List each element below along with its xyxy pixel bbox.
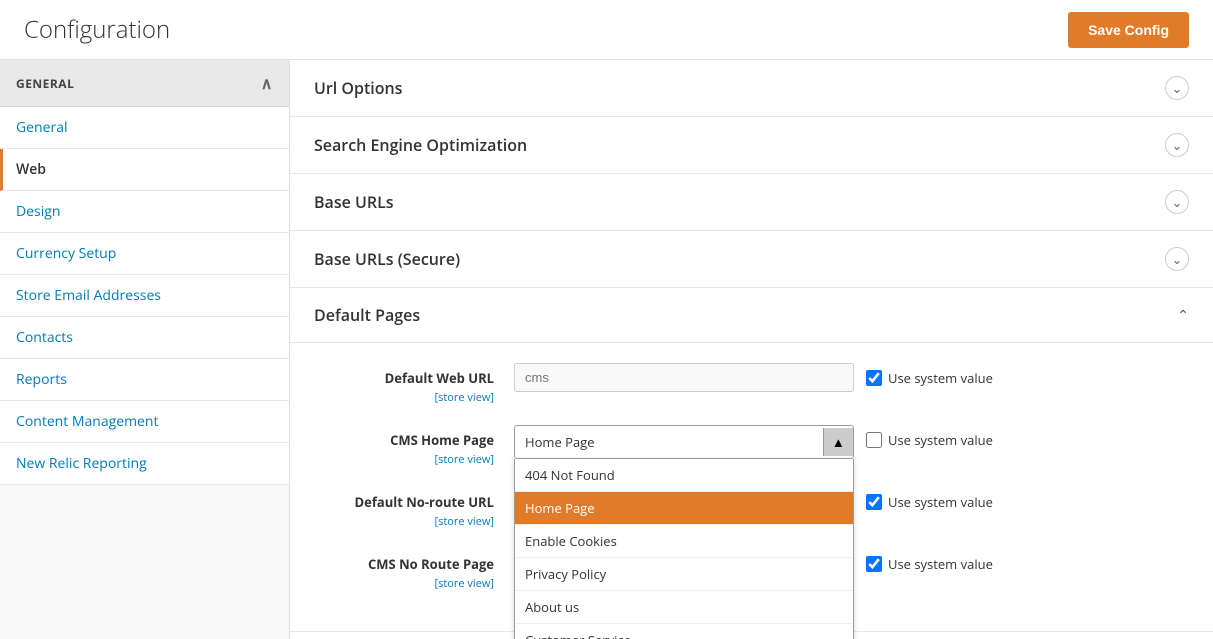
save-config-button[interactable]: Save Config bbox=[1068, 12, 1189, 48]
form-row-default-web-url: Default Web URL [store view] Use system … bbox=[314, 363, 1189, 405]
dropdown-item-404[interactable]: 404 Not Found bbox=[515, 459, 853, 492]
default-no-route-label: Default No-route URL bbox=[355, 493, 494, 511]
section-url-options[interactable]: Url Options ⌄ bbox=[290, 60, 1213, 117]
cms-home-page-select-wrapper: Home Page ▲ 404 Not Found Home Page Enab… bbox=[514, 425, 854, 459]
cms-home-page-arrow[interactable]: ▲ bbox=[823, 428, 853, 456]
cms-home-page-select[interactable]: Home Page ▲ bbox=[514, 425, 854, 459]
default-web-url-system-value: Use system value bbox=[866, 363, 993, 387]
cms-no-route-label: CMS No Route Page bbox=[368, 555, 494, 573]
section-base-urls-secure-toggle[interactable]: ⌄ bbox=[1165, 247, 1189, 271]
cms-no-route-system-label: Use system value bbox=[888, 555, 993, 573]
default-web-url-checkbox[interactable] bbox=[866, 370, 882, 386]
section-base-urls-title: Base URLs bbox=[314, 191, 394, 213]
dropdown-item-privacy-policy[interactable]: Privacy Policy bbox=[515, 558, 853, 591]
section-seo-toggle[interactable]: ⌄ bbox=[1165, 133, 1189, 157]
form-row-cms-home-page: CMS Home Page [store view] Home Page ▲ 4… bbox=[314, 425, 1189, 467]
dropdown-item-enable-cookies[interactable]: Enable Cookies bbox=[515, 525, 853, 558]
sidebar-section-general[interactable]: GENERAL ∧ bbox=[0, 60, 289, 107]
section-default-pages-toggle[interactable]: ⌃ bbox=[1177, 306, 1189, 325]
sidebar-section-label: GENERAL bbox=[16, 75, 74, 92]
default-web-url-label: Default Web URL bbox=[385, 369, 494, 387]
sidebar-item-store-email[interactable]: Store Email Addresses bbox=[0, 275, 289, 317]
section-default-pages-title: Default Pages bbox=[314, 304, 420, 326]
sidebar-item-reports[interactable]: Reports bbox=[0, 359, 289, 401]
dropdown-item-about-us[interactable]: About us bbox=[515, 591, 853, 624]
cms-home-page-system-label: Use system value bbox=[888, 431, 993, 449]
section-default-pages: Default Pages ⌃ Default Web URL [store v… bbox=[290, 288, 1213, 632]
default-web-url-sublabel: [store view] bbox=[314, 390, 494, 405]
sidebar-item-currency-setup[interactable]: Currency Setup bbox=[0, 233, 289, 275]
sidebar: GENERAL ∧ GeneralWebDesignCurrency Setup… bbox=[0, 60, 290, 639]
cms-home-page-selected-value: Home Page bbox=[525, 433, 595, 451]
section-base-urls-toggle[interactable]: ⌄ bbox=[1165, 190, 1189, 214]
default-web-url-system-label: Use system value bbox=[888, 369, 993, 387]
page-title: Configuration bbox=[24, 13, 170, 46]
cms-no-route-sublabel: [store view] bbox=[314, 576, 494, 591]
sidebar-item-content-management[interactable]: Content Management bbox=[0, 401, 289, 443]
default-web-url-input[interactable] bbox=[514, 363, 854, 392]
default-no-route-system-value: Use system value bbox=[866, 487, 993, 511]
section-base-urls-secure-title: Base URLs (Secure) bbox=[314, 248, 460, 270]
cms-home-page-checkbox[interactable] bbox=[866, 432, 882, 448]
default-pages-content: Default Web URL [store view] Use system … bbox=[290, 343, 1213, 631]
section-seo[interactable]: Search Engine Optimization ⌄ bbox=[290, 117, 1213, 174]
cms-home-page-label: CMS Home Page bbox=[390, 431, 494, 449]
default-no-route-sublabel: [store view] bbox=[314, 514, 494, 529]
section-url-options-title: Url Options bbox=[314, 77, 402, 99]
default-no-route-system-label: Use system value bbox=[888, 493, 993, 511]
section-default-pages-header[interactable]: Default Pages ⌃ bbox=[290, 288, 1213, 343]
main-content: Url Options ⌄ Search Engine Optimization… bbox=[290, 60, 1213, 639]
section-seo-title: Search Engine Optimization bbox=[314, 134, 527, 156]
dropdown-item-customer-service[interactable]: Customer Service bbox=[515, 624, 853, 639]
cms-home-page-sublabel: [store view] bbox=[314, 452, 494, 467]
cms-no-route-system-value: Use system value bbox=[866, 549, 993, 573]
sidebar-item-general[interactable]: General bbox=[0, 107, 289, 149]
section-url-options-toggle[interactable]: ⌄ bbox=[1165, 76, 1189, 100]
cms-home-page-dropdown: 404 Not Found Home Page Enable Cookies P… bbox=[514, 459, 854, 639]
dropdown-item-home-page[interactable]: Home Page bbox=[515, 492, 853, 525]
cms-home-page-system-value: Use system value bbox=[866, 425, 993, 449]
sidebar-item-web[interactable]: Web bbox=[0, 149, 289, 191]
sidebar-item-new-relic[interactable]: New Relic Reporting bbox=[0, 443, 289, 485]
sidebar-item-design[interactable]: Design bbox=[0, 191, 289, 233]
default-no-route-checkbox[interactable] bbox=[866, 494, 882, 510]
section-base-urls[interactable]: Base URLs ⌄ bbox=[290, 174, 1213, 231]
cms-no-route-checkbox[interactable] bbox=[866, 556, 882, 572]
sidebar-section-chevron-up: ∧ bbox=[261, 72, 273, 94]
section-base-urls-secure[interactable]: Base URLs (Secure) ⌄ bbox=[290, 231, 1213, 288]
page-header: Configuration Save Config bbox=[0, 0, 1213, 60]
main-layout: GENERAL ∧ GeneralWebDesignCurrency Setup… bbox=[0, 60, 1213, 639]
sidebar-item-contacts[interactable]: Contacts bbox=[0, 317, 289, 359]
